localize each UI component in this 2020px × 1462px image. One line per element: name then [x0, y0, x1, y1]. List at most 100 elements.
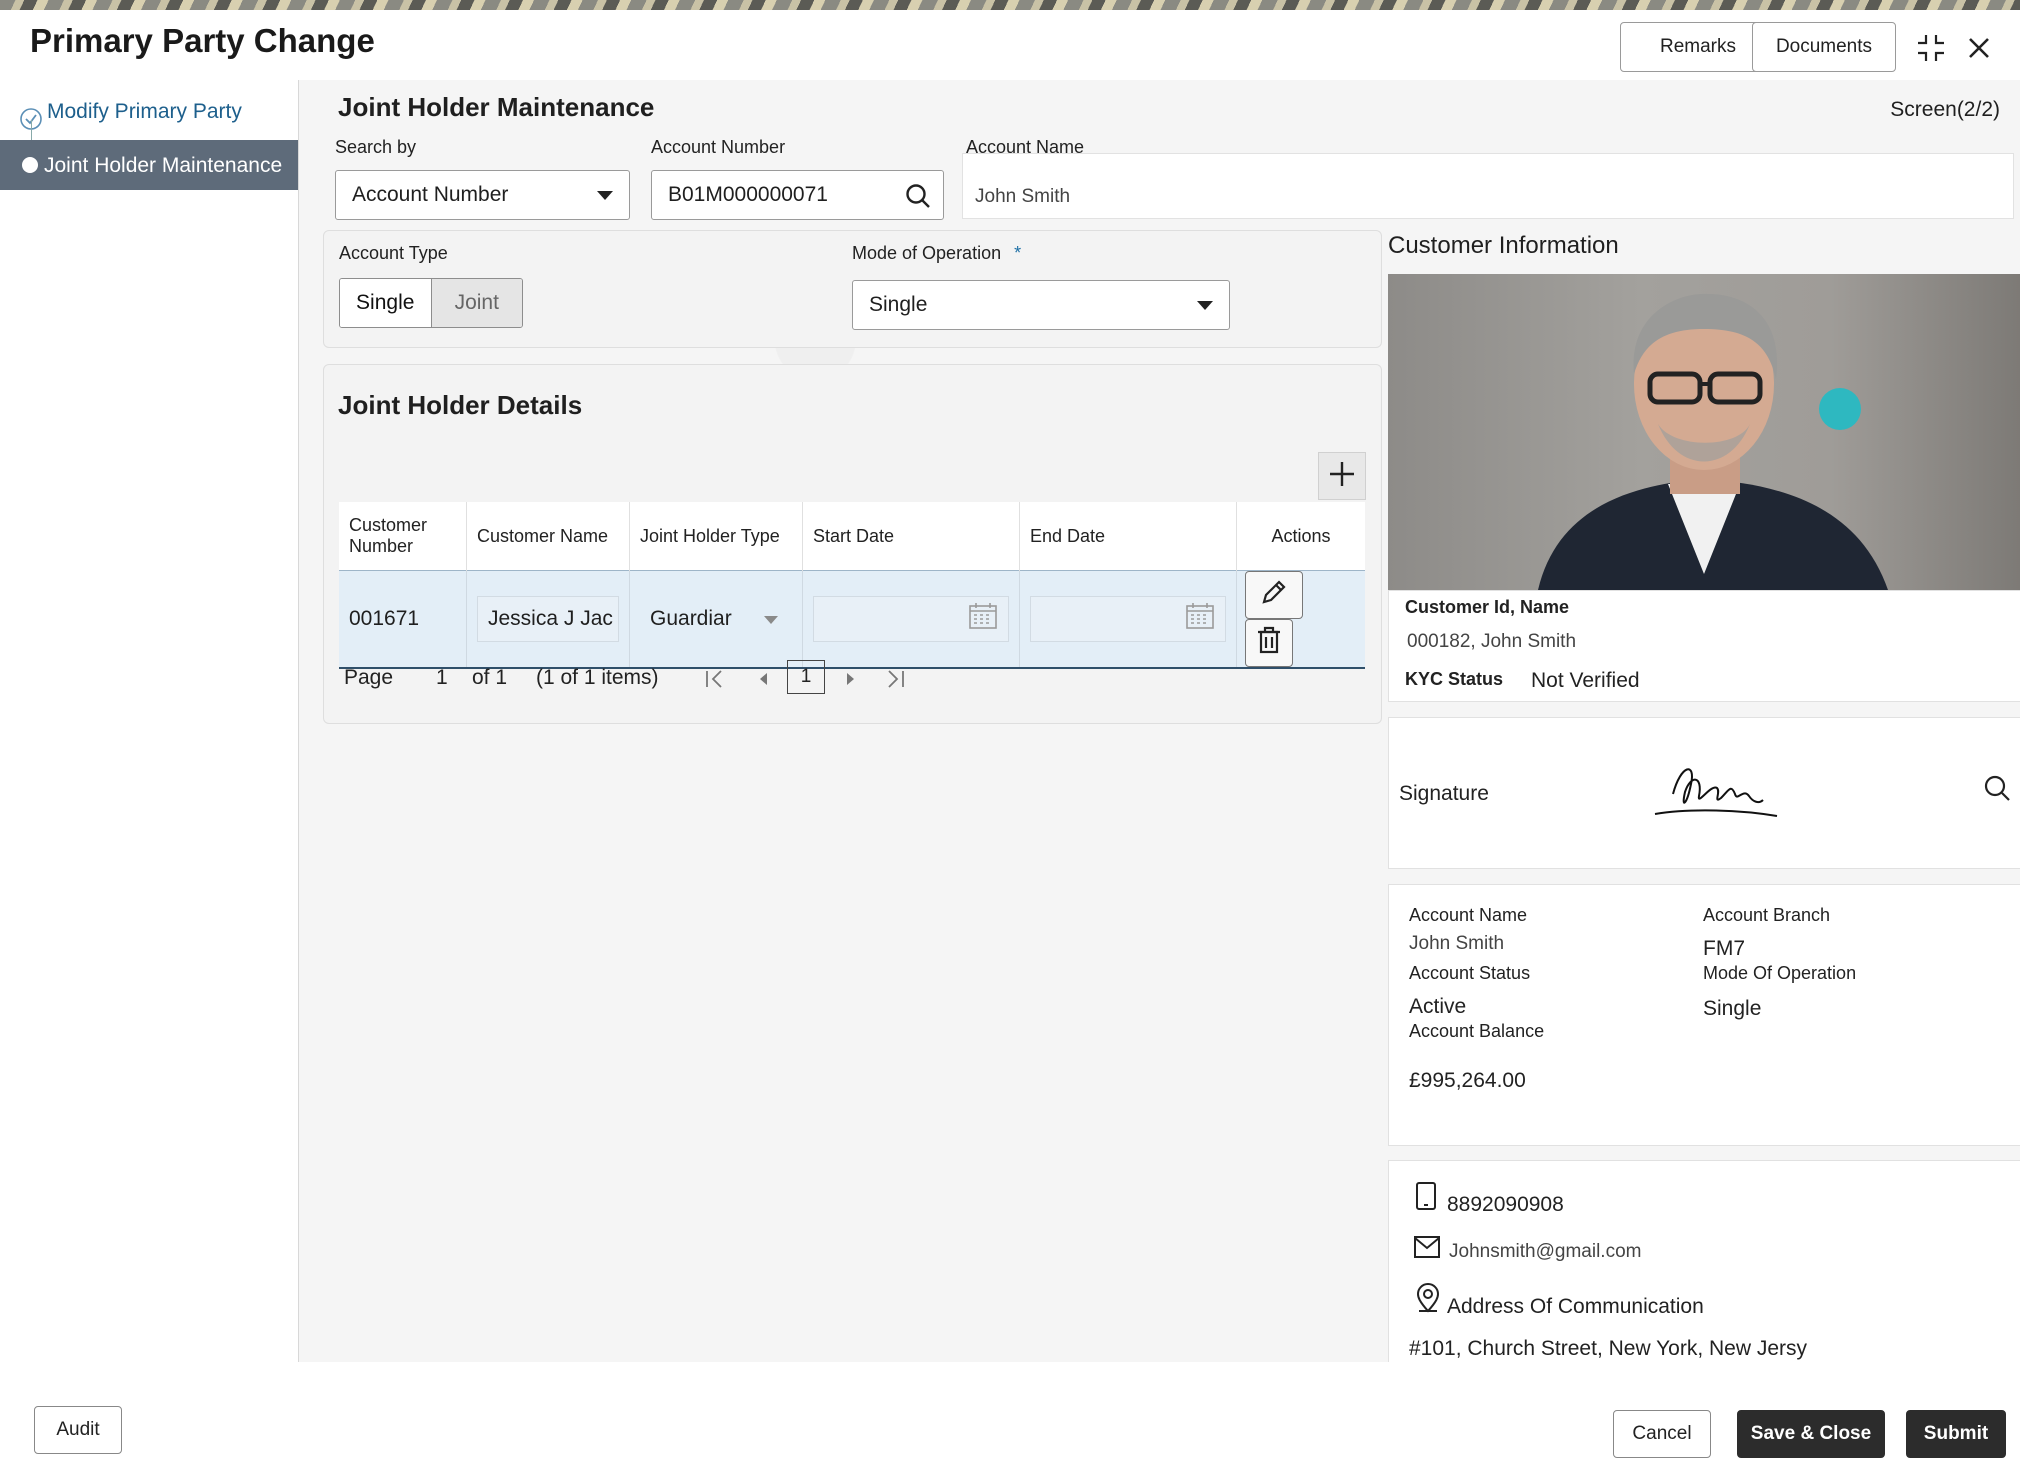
actions-cell	[1236, 570, 1365, 669]
screen-indicator: Screen(2/2)	[1890, 98, 2000, 121]
customer-summary-card: Customer Id, Name 000182, John Smith KYC…	[1388, 590, 2020, 702]
account-type-toggle: Single Joint	[339, 278, 523, 328]
delete-button[interactable]	[1245, 619, 1293, 667]
customer-name-cell: Jessica J Jac	[466, 570, 630, 669]
signature-image	[1651, 754, 1781, 831]
collapse-icon[interactable]	[1911, 28, 1951, 68]
joint-holder-title: Joint Holder Details	[338, 390, 583, 420]
account-number-input[interactable]: B01M000000071	[651, 170, 944, 220]
end-date-input[interactable]	[1030, 596, 1226, 642]
customer-number-cell: 001671	[339, 570, 467, 669]
search-by-value: Account Number	[352, 183, 509, 206]
search-by-select[interactable]: Account Number	[335, 170, 630, 220]
footer-bar: Audit Cancel Save & Close Submit	[0, 1362, 2020, 1462]
submit-button[interactable]: Submit	[1906, 1410, 2006, 1458]
account-name-value: John Smith	[975, 186, 1071, 207]
account-balance-value: £995,264.00	[1409, 1069, 1526, 1092]
current-page-box[interactable]: 1	[787, 660, 825, 694]
mobile-phone-icon	[1415, 1181, 1437, 1216]
customer-photo	[1388, 274, 2020, 590]
step-label: Joint Holder Maintenance	[44, 154, 283, 177]
account-name-label: Account Name	[1409, 905, 1528, 925]
chevron-down-icon	[1197, 301, 1213, 310]
address-value: #101, Church Street, New York, New Jersy	[1409, 1337, 1808, 1360]
page-label: Page	[344, 666, 394, 689]
customer-name-value: Jessica J Jac	[488, 607, 613, 630]
step-joint-holder-maintenance[interactable]: Joint Holder Maintenance	[0, 140, 298, 190]
first-page-icon[interactable]	[704, 668, 726, 696]
audit-button[interactable]: Audit	[34, 1406, 122, 1454]
step-modify-primary-party[interactable]: Modify Primary Party	[0, 92, 298, 132]
search-icon[interactable]	[1983, 774, 2011, 807]
save-close-button[interactable]: Save & Close	[1737, 1410, 1885, 1458]
account-balance-label: Account Balance	[1409, 1021, 1545, 1041]
previous-page-icon[interactable]	[756, 670, 770, 694]
mode-of-operation-select[interactable]: Single	[852, 280, 1230, 330]
column-header: Actions	[1271, 525, 1331, 546]
cancel-button[interactable]: Cancel	[1613, 1410, 1711, 1458]
account-details-card: Account Name John Smith Account Branch F…	[1388, 884, 2020, 1146]
mode-of-operation-value: Single	[869, 293, 928, 316]
calendar-icon[interactable]	[1185, 602, 1215, 636]
plus-icon	[1328, 460, 1356, 493]
column-header[interactable]: Customer Name	[466, 502, 630, 571]
account-status-value: Active	[1409, 995, 1467, 1018]
calendar-icon[interactable]	[968, 602, 998, 636]
account-type-single[interactable]: Single	[340, 279, 432, 327]
column-header[interactable]: Customer Number	[339, 502, 467, 571]
joint-holder-type-cell: Guardiar	[629, 570, 803, 669]
customer-id-name-value: 000182, John Smith	[1407, 631, 1577, 652]
page-of: of 1	[472, 666, 508, 689]
account-number-label: Account Number	[651, 137, 786, 157]
account-type-joint[interactable]: Joint	[431, 279, 522, 327]
next-page-icon[interactable]	[844, 670, 858, 694]
customer-info-title: Customer Information	[1388, 232, 1619, 259]
page-title: Primary Party Change	[30, 22, 375, 59]
start-date-input[interactable]	[813, 596, 1009, 642]
account-status-label: Account Status	[1409, 963, 1531, 983]
column-header[interactable]: Start Date	[802, 502, 1020, 571]
column-header[interactable]: Joint Holder Type	[629, 502, 803, 571]
close-icon[interactable]	[1959, 28, 1999, 68]
active-dot-icon	[22, 157, 38, 173]
chevron-down-icon	[597, 191, 613, 200]
edit-button[interactable]	[1245, 571, 1303, 619]
envelope-icon	[1413, 1235, 1441, 1264]
address-label: Address Of Communication	[1447, 1295, 1704, 1318]
account-name-label: Account Name	[966, 137, 1085, 157]
location-pin-icon	[1415, 1283, 1441, 1318]
column-header[interactable]: End Date	[1019, 502, 1237, 571]
step-label: Modify Primary Party	[47, 100, 242, 123]
section-title: Joint Holder Maintenance	[338, 92, 655, 122]
end-date-cell	[1019, 570, 1237, 669]
account-branch-label: Account Branch	[1703, 905, 1831, 925]
documents-button[interactable]: Documents	[1752, 22, 1896, 72]
table-row[interactable]: 001671 Jessica J Jac Guardiar	[339, 570, 1365, 669]
items-count: (1 of 1 items)	[536, 666, 659, 689]
search-icon[interactable]	[905, 183, 931, 215]
pencil-icon	[1260, 578, 1288, 612]
phone-value: 8892090908	[1447, 1193, 1564, 1216]
table-header-row: Customer Number Customer Name Joint Hold…	[339, 502, 1365, 571]
step-sidebar: Modify Primary Party Joint Holder Mainte…	[0, 80, 299, 1362]
kyc-status-value: Not Verified	[1531, 669, 1640, 692]
add-row-button[interactable]	[1318, 452, 1366, 500]
page-number: 1	[436, 666, 448, 689]
last-page-icon[interactable]	[884, 668, 906, 696]
customer-name-input[interactable]: Jessica J Jac	[477, 596, 619, 642]
mode-of-operation-label-text: Mode of Operation	[852, 243, 1002, 263]
signature-card: Signature	[1388, 717, 2020, 869]
joint-holder-type-value: Guardiar	[650, 607, 732, 630]
joint-holder-type-select[interactable]: Guardiar	[640, 596, 792, 642]
mode-of-operation-value: Single	[1703, 997, 1762, 1020]
top-decorative-strip	[0, 0, 2020, 10]
search-by-label: Search by	[335, 137, 417, 157]
contact-card: 8892090908 Johnsmith@gmail.com Address O…	[1388, 1160, 2020, 1384]
account-number-value: B01M000000071	[668, 183, 828, 206]
trash-icon	[1256, 626, 1282, 660]
email-value: Johnsmith@gmail.com	[1449, 1241, 1642, 1262]
account-name-value: John Smith	[1409, 933, 1505, 954]
signature-label: Signature	[1399, 782, 1489, 805]
joint-holder-table: Customer Number Customer Name Joint Hold…	[339, 502, 1365, 669]
kyc-status-label: KYC Status	[1405, 669, 1504, 689]
